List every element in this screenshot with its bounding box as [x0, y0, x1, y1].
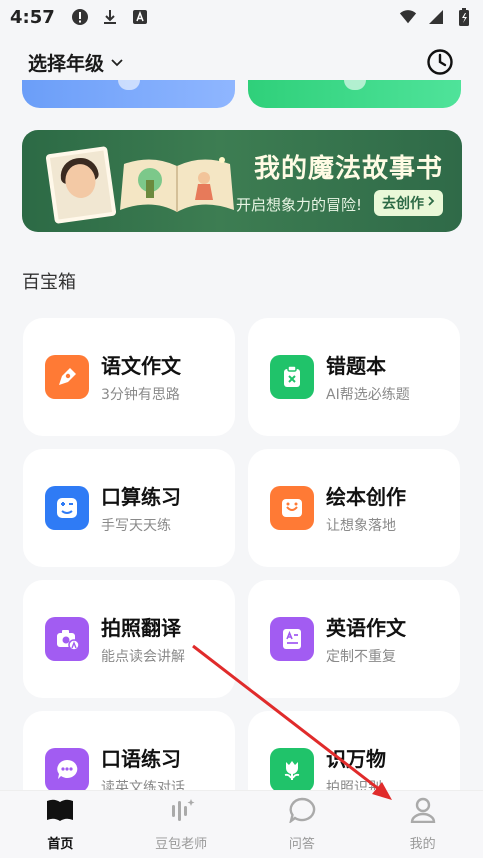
status-system-icons: [399, 8, 473, 26]
nav-label: 问答: [288, 837, 315, 852]
chevron-right-icon: [427, 195, 435, 211]
math-face-icon: [45, 486, 89, 530]
status-notification-icons: [71, 8, 149, 26]
nav-tab-home[interactable]: 首页: [0, 791, 121, 858]
tool-title: 英语作文: [326, 616, 406, 640]
tool-subtitle: 能点读会讲解: [101, 649, 185, 665]
download-icon: [101, 8, 119, 26]
tool-subtitle: 手写天天练: [101, 518, 171, 534]
tool-title: 语文作文: [101, 354, 181, 378]
clipboard-x-icon: [270, 355, 314, 399]
chat-bubble-icon: [45, 748, 89, 792]
nav-tab-qa[interactable]: 问答: [242, 791, 363, 858]
nav-tab-doubao-teacher[interactable]: 豆包老师: [121, 791, 242, 858]
grade-selector[interactable]: 选择年级: [28, 49, 124, 76]
tool-title: 绘本创作: [326, 485, 406, 509]
tool-subtitle: AI帮选必练题: [326, 387, 410, 403]
tool-card-chinese-essay[interactable]: 语文作文 3分钟有思路: [23, 318, 235, 436]
tool-subtitle: 让想象落地: [326, 518, 396, 534]
grade-selector-label: 选择年级: [28, 52, 105, 75]
nav-tab-profile[interactable]: 我的: [362, 791, 483, 858]
wifi-icon: [399, 8, 417, 26]
battery-icon: [455, 8, 473, 26]
feature-card-peek-right[interactable]: [248, 80, 461, 108]
tool-card-mistake-book[interactable]: 错题本 AI帮选必练题: [248, 318, 460, 436]
chevron-down-icon: [110, 51, 124, 73]
storybook-icon: [270, 486, 314, 530]
app-badge-icon: [131, 8, 149, 26]
section-title-toolbox: 百宝箱: [22, 272, 76, 293]
status-bar: 4:57: [0, 0, 483, 34]
tulip-icon: [270, 748, 314, 792]
tool-card-picture-book[interactable]: 绘本创作 让想象落地: [248, 449, 460, 567]
tool-title: 拍照翻译: [101, 616, 181, 640]
signal-icon: [427, 8, 445, 26]
open-book-icon: [45, 797, 75, 827]
banner-create-label: 去创作: [382, 196, 424, 212]
nav-label: 我的: [409, 837, 436, 852]
nav-label: 豆包老师: [155, 837, 208, 852]
nav-label: 首页: [47, 837, 74, 852]
tool-subtitle: 定制不重复: [326, 649, 396, 665]
tool-card-english-essay[interactable]: 英语作文 定制不重复: [248, 580, 460, 698]
person-icon: [408, 797, 438, 827]
child-photo-illustration: [45, 146, 117, 224]
alert-icon: [71, 8, 89, 26]
voice-sparkle-icon: [166, 797, 196, 827]
camera-translate-icon: [45, 617, 89, 661]
bottom-navigation: 首页 豆包老师 问答 我的: [0, 790, 483, 858]
history-clock-icon[interactable]: [425, 47, 455, 77]
status-time: 4:57: [10, 6, 55, 28]
pen-nib-icon: [45, 355, 89, 399]
tool-title: 错题本: [326, 354, 386, 378]
banner-title: 我的魔法故事书: [254, 154, 444, 184]
english-doc-icon: [270, 617, 314, 661]
tool-subtitle: 3分钟有思路: [101, 387, 180, 403]
banner-create-button[interactable]: 去创作: [374, 190, 443, 216]
tool-title: 口算练习: [101, 485, 181, 509]
banner-subtitle: 开启想象力的冒险!: [236, 196, 363, 214]
tool-card-photo-translate[interactable]: 拍照翻译 能点读会讲解: [23, 580, 235, 698]
tool-title: 口语练习: [101, 747, 181, 771]
feature-card-peek-left[interactable]: [22, 80, 235, 108]
tool-title: 识万物: [326, 747, 386, 771]
magic-storybook-banner[interactable]: 我的魔法故事书 开启想象力的冒险! 去创作: [22, 130, 462, 232]
tool-card-mental-math[interactable]: 口算练习 手写天天练: [23, 449, 235, 567]
open-book-illustration: [120, 157, 234, 212]
speech-bubble-icon: [287, 797, 317, 827]
